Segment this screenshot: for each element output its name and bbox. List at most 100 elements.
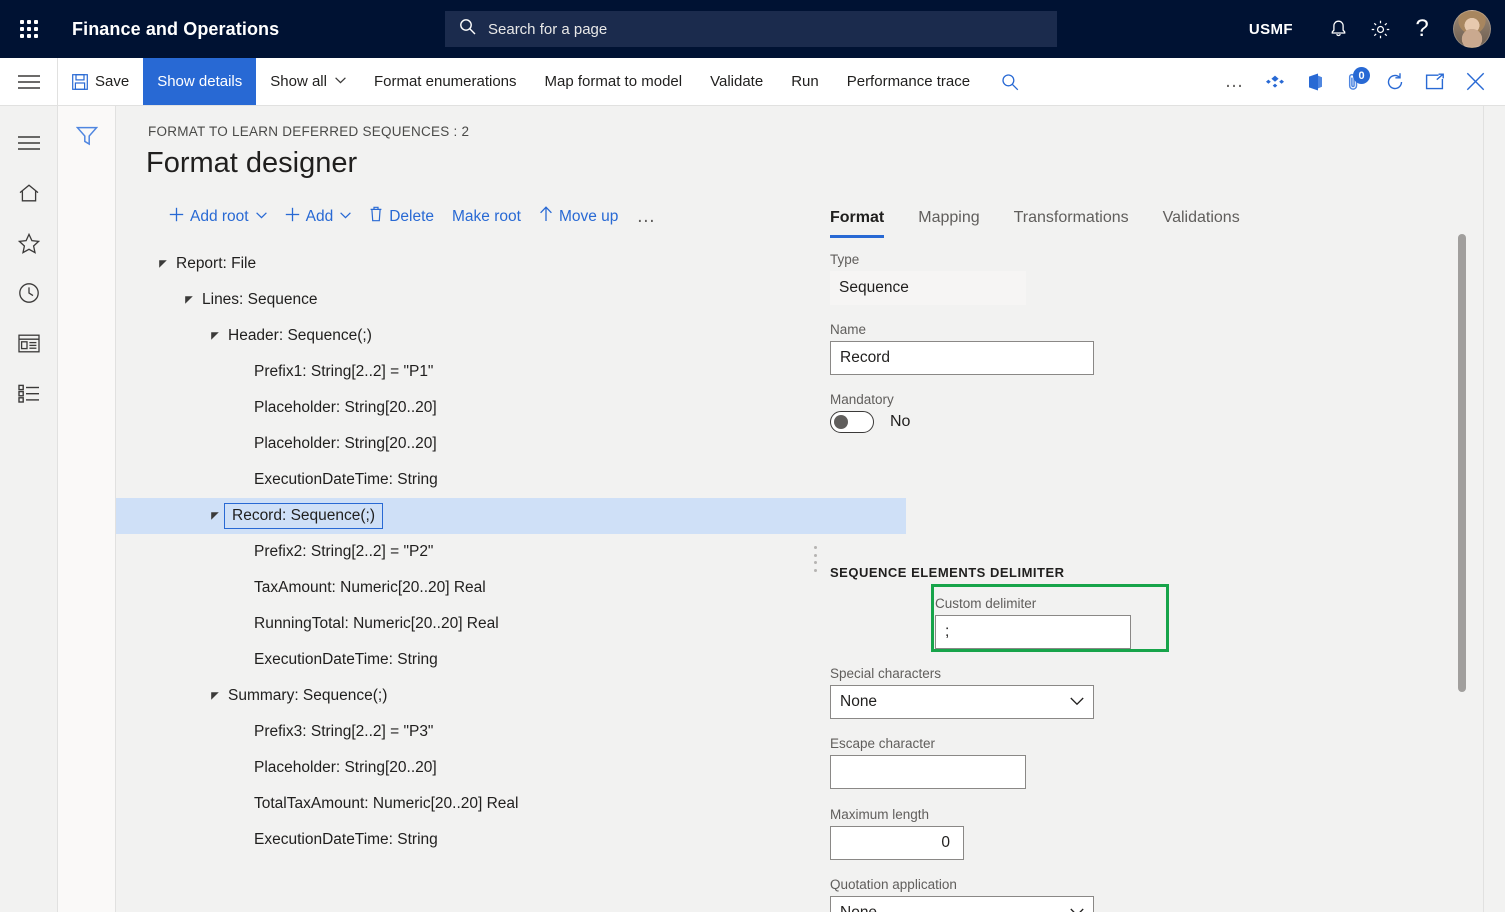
format-enumerations-label: Format enumerations xyxy=(374,73,517,90)
expand-collapse-triangle-icon[interactable] xyxy=(182,295,196,305)
expand-collapse-triangle-icon[interactable] xyxy=(156,259,170,269)
run-button[interactable]: Run xyxy=(777,58,833,105)
validate-button[interactable]: Validate xyxy=(696,58,777,105)
tree-toolbar: Add root Add Delete Make root xyxy=(160,202,666,231)
validate-label: Validate xyxy=(710,73,763,90)
properties-scrollbar-thumb[interactable] xyxy=(1458,234,1466,692)
type-label: Type xyxy=(830,252,1026,267)
tree-node[interactable]: Placeholder: String[20..20] xyxy=(156,390,906,426)
tree-node[interactable]: Prefix3: String[2..2] = "P3" xyxy=(156,714,906,750)
page-search-icon[interactable] xyxy=(990,58,1030,105)
map-format-to-model-button[interactable]: Map format to model xyxy=(531,58,697,105)
add-root-button[interactable]: Add root xyxy=(160,203,276,231)
performance-trace-button[interactable]: Performance trace xyxy=(833,58,984,105)
tree-node[interactable]: RunningTotal: Numeric[20..20] Real xyxy=(156,606,906,642)
tree-node[interactable]: Lines: Sequence xyxy=(156,282,906,318)
gear-icon[interactable] xyxy=(1359,0,1401,58)
performance-trace-label: Performance trace xyxy=(847,73,970,90)
tree-node[interactable]: Placeholder: String[20..20] xyxy=(156,750,906,786)
clock-icon[interactable] xyxy=(0,268,58,318)
page-content: FORMAT TO LEARN DEFERRED SEQUENCES : 2 F… xyxy=(116,106,1505,912)
expand-collapse-triangle-icon[interactable] xyxy=(208,511,222,521)
page-title: Format designer xyxy=(146,147,357,180)
custom-delimiter-input[interactable]: ; xyxy=(935,615,1131,649)
show-details-button[interactable]: Show details xyxy=(143,58,256,105)
powerapps-icon[interactable] xyxy=(1255,58,1295,105)
element-properties-panel: FormatMappingTransformationsValidations … xyxy=(830,200,1470,912)
expand-navigation-button[interactable] xyxy=(0,58,58,105)
name-label: Name xyxy=(830,322,1094,337)
filter-funnel-icon[interactable] xyxy=(58,118,116,154)
format-enumerations-button[interactable]: Format enumerations xyxy=(360,58,531,105)
tree-node[interactable]: ExecutionDateTime: String xyxy=(156,462,906,498)
office-app-icon[interactable] xyxy=(1295,58,1335,105)
workspace-icon[interactable] xyxy=(0,318,58,368)
tree-node[interactable]: Summary: Sequence(;) xyxy=(156,678,906,714)
special-characters-select[interactable]: None xyxy=(830,685,1094,719)
custom-delimiter-label: Custom delimiter xyxy=(935,596,1131,611)
plus-icon xyxy=(285,207,300,227)
tree-node-label: Prefix1: String[2..2] = "P1" xyxy=(254,363,433,381)
tree-node[interactable]: Placeholder: String[20..20] xyxy=(156,426,906,462)
move-up-button[interactable]: Move up xyxy=(530,202,627,231)
tree-node[interactable]: Prefix1: String[2..2] = "P1" xyxy=(156,354,906,390)
mandatory-toggle[interactable] xyxy=(830,411,874,433)
tree-node-label: Placeholder: String[20..20] xyxy=(254,435,437,453)
tree-node[interactable]: ExecutionDateTime: String xyxy=(156,642,906,678)
chevron-down-icon xyxy=(256,211,267,222)
tree-node[interactable]: Prefix2: String[2..2] = "P2" xyxy=(156,534,906,570)
tree-node-label: ExecutionDateTime: String xyxy=(254,471,438,489)
open-in-new-window-icon[interactable] xyxy=(1415,58,1455,105)
tab-format[interactable]: Format xyxy=(830,209,884,238)
special-characters-value: None xyxy=(840,693,877,711)
tree-node[interactable]: Record: Sequence(;) xyxy=(116,498,906,534)
chevron-down-icon xyxy=(1070,693,1084,711)
mandatory-label: Mandatory xyxy=(830,392,910,407)
modules-list-icon[interactable] xyxy=(0,368,58,418)
make-root-label: Make root xyxy=(452,208,521,226)
close-icon[interactable] xyxy=(1455,58,1495,105)
attachments-icon[interactable]: 0 xyxy=(1335,58,1375,105)
home-icon[interactable] xyxy=(0,168,58,218)
star-icon[interactable] xyxy=(0,218,58,268)
hamburger-menu-icon[interactable] xyxy=(0,118,58,168)
make-root-button[interactable]: Make root xyxy=(443,204,530,230)
special-characters-label: Special characters xyxy=(830,666,1094,681)
expand-collapse-triangle-icon[interactable] xyxy=(208,331,222,341)
search-input[interactable] xyxy=(486,20,1043,39)
tab-mapping[interactable]: Mapping xyxy=(918,209,979,238)
save-button[interactable]: Save xyxy=(58,58,143,105)
tree-node-label: Prefix2: String[2..2] = "P2" xyxy=(254,543,433,561)
tree-node[interactable]: Report: File xyxy=(156,246,906,282)
notification-bell-icon[interactable] xyxy=(1317,0,1359,58)
panel-splitter-grip[interactable] xyxy=(810,546,820,572)
tree-node[interactable]: Header: Sequence(;) xyxy=(156,318,906,354)
show-all-dropdown[interactable]: Show all xyxy=(256,58,360,105)
mandatory-value: No xyxy=(890,413,910,431)
avatar[interactable] xyxy=(1453,10,1491,48)
tree-node[interactable]: TaxAmount: Numeric[20..20] Real xyxy=(156,570,906,606)
name-input[interactable]: Record xyxy=(830,341,1094,375)
help-question-icon[interactable]: ? xyxy=(1401,0,1443,58)
escape-character-input[interactable] xyxy=(830,755,1026,789)
right-panel-divider xyxy=(1483,106,1484,912)
maximum-length-input[interactable]: 0 xyxy=(830,826,964,860)
trash-icon xyxy=(369,206,383,227)
delete-button[interactable]: Delete xyxy=(360,202,443,231)
overflow-menu-icon[interactable]: … xyxy=(1215,58,1255,105)
tab-validations[interactable]: Validations xyxy=(1163,209,1240,238)
tab-transformations[interactable]: Transformations xyxy=(1014,209,1129,238)
expand-collapse-triangle-icon[interactable] xyxy=(208,691,222,701)
refresh-icon[interactable] xyxy=(1375,58,1415,105)
tree-node[interactable]: TotalTaxAmount: Numeric[20..20] Real xyxy=(156,786,906,822)
tree-node[interactable]: ExecutionDateTime: String xyxy=(156,822,906,858)
app-launcher-button[interactable] xyxy=(0,0,58,58)
company-selector[interactable]: USMF xyxy=(1249,21,1293,38)
tree-overflow-button[interactable]: … xyxy=(627,207,666,226)
add-button[interactable]: Add xyxy=(276,203,361,231)
custom-delimiter-field: Custom delimiter ; xyxy=(935,596,1131,649)
properties-tab-strip: Format Mapping Transformations Validations xyxy=(830,200,1470,238)
global-search-box[interactable] xyxy=(445,11,1057,47)
quotation-application-select[interactable]: None xyxy=(830,896,1094,912)
map-format-to-model-label: Map format to model xyxy=(545,73,683,90)
